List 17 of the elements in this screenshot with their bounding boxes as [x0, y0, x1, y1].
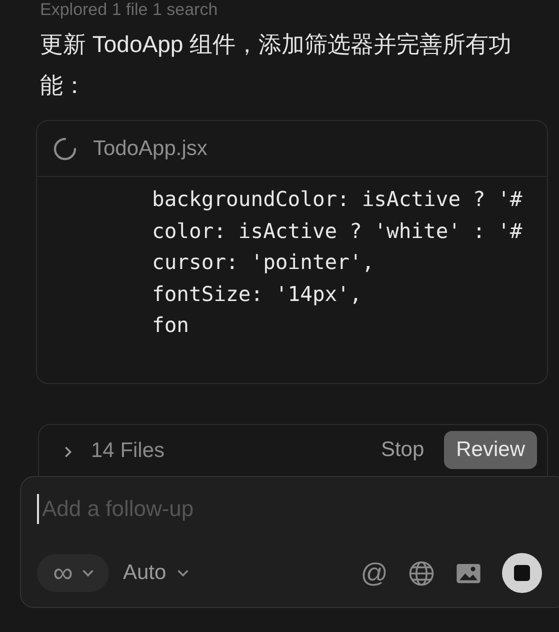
text-cursor — [37, 494, 39, 524]
files-count[interactable]: 14 Files — [91, 439, 165, 463]
message-text: 更新 TodoApp 组件，添加筛选器并完善所有功能： — [40, 30, 513, 100]
review-button[interactable]: Review — [444, 431, 537, 469]
code-line: color: isActive ? 'white' : '# — [152, 218, 524, 244]
code-line: fon — [152, 312, 190, 339]
code-line: cursor: 'pointer', — [152, 249, 376, 276]
file-name: TodoApp.jsx — [93, 136, 208, 160]
globe-icon[interactable] — [408, 560, 435, 586]
code-line: fontSize: '14px', — [152, 280, 363, 308]
stop-button[interactable]: Stop — [368, 431, 436, 469]
code-line: backgroundColor: isActive ? '# — [152, 186, 524, 213]
stop-generation-button[interactable] — [502, 553, 542, 593]
model-selector[interactable]: Auto — [116, 560, 196, 586]
activity-summary: Explored 1 file 1 search — [40, 0, 219, 20]
mention-button[interactable]: @ — [360, 558, 388, 588]
mode-selector[interactable]: ∞ — [37, 554, 109, 592]
